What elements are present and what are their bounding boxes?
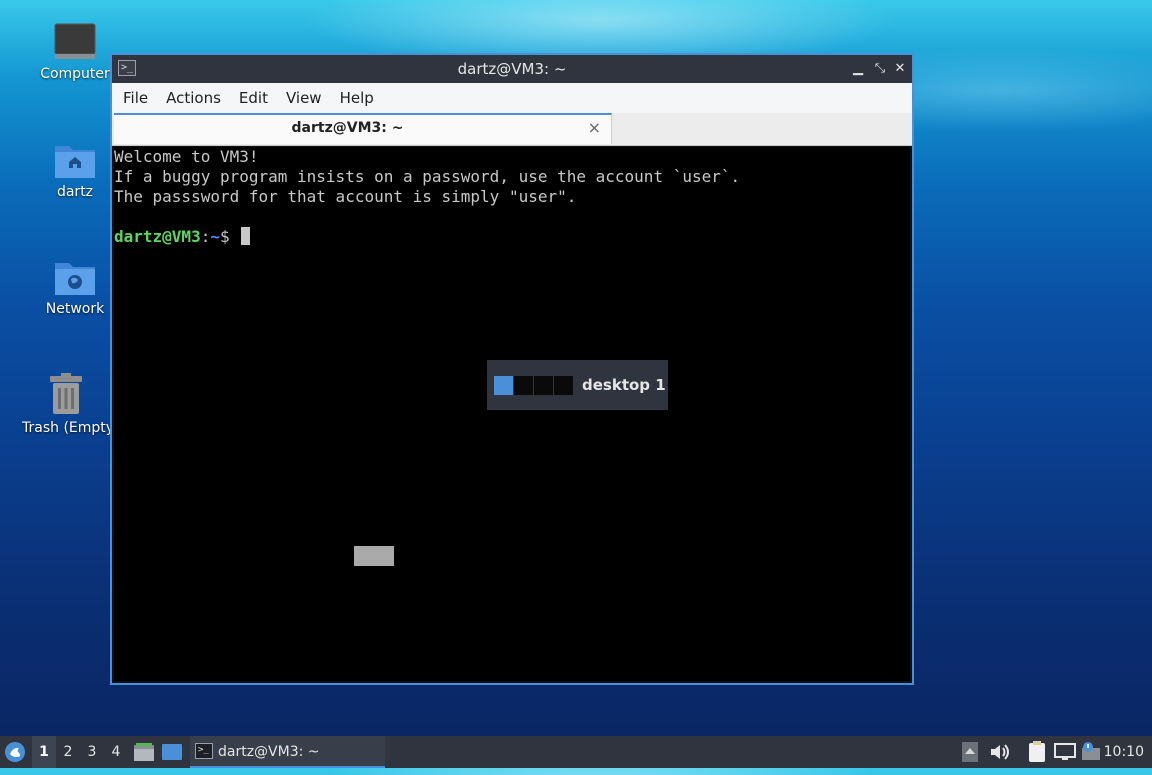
trash-icon <box>50 373 82 414</box>
terminal-icon: >_ <box>195 743 213 759</box>
text-cursor <box>241 227 251 245</box>
workspace-thumb-4 <box>554 375 574 395</box>
floating-grey-block <box>354 546 394 566</box>
workspace-4-button[interactable]: 4 <box>104 736 128 768</box>
prompt-symbol: $ <box>219 227 240 246</box>
computer-icon <box>54 23 96 59</box>
prompt-path: ~ <box>210 227 220 246</box>
workspace-2-button[interactable]: 2 <box>56 736 80 768</box>
desktop-icon-label: Network <box>45 301 105 317</box>
network-tray-icon[interactable] <box>1054 736 1078 768</box>
osd-label: desktop 1 <box>582 376 666 394</box>
desktop-icon-label: Trash (Empty) <box>22 420 110 436</box>
workspace-thumb-1 <box>494 375 514 395</box>
desktop-icon-computer[interactable]: Computer <box>27 22 123 82</box>
workspace-3-button[interactable]: 3 <box>80 736 104 768</box>
terminal-line: The passsword for that account is simply… <box>114 187 577 206</box>
desktop-icon-network[interactable]: Network <box>27 257 123 317</box>
task-label: dartz@VM3: ~ <box>218 744 320 760</box>
menubar: File Actions Edit View Help <box>112 83 912 113</box>
volume-icon[interactable] <box>990 736 1012 768</box>
tab-close-icon[interactable]: × <box>588 118 601 137</box>
window-title: dartz@VM3: ~ <box>457 60 567 78</box>
desktop-icon-label: dartz <box>56 184 94 200</box>
desktop-icon-trash[interactable]: Trash (Empty) <box>22 372 110 436</box>
tab-terminal[interactable]: dartz@VM3: ~ × <box>114 113 612 144</box>
terminal-line: If a buggy program insists on a password… <box>114 167 741 186</box>
file-manager-icon[interactable] <box>134 736 156 768</box>
menu-file[interactable]: File <box>114 89 157 107</box>
minimize-icon[interactable]: ▁ <box>850 61 866 77</box>
terminal-output[interactable]: Welcome to VM3! If a buggy program insis… <box>114 147 910 681</box>
clock[interactable]: 10:10 <box>1096 736 1144 768</box>
menu-help[interactable]: Help <box>331 89 383 107</box>
workspace-thumb-3 <box>534 375 554 395</box>
workspace-thumb-2 <box>514 375 534 395</box>
terminal-line: Welcome to VM3! <box>114 147 259 166</box>
tabbar: dartz@VM3: ~ × <box>112 113 912 146</box>
window-titlebar[interactable]: >_ dartz@VM3: ~ ▁ ⤡ ✕ <box>112 55 912 83</box>
clipboard-icon[interactable] <box>1027 736 1049 768</box>
show-desktop-icon[interactable] <box>162 736 184 768</box>
network-folder-icon <box>55 263 95 295</box>
tab-label: dartz@VM3: ~ <box>291 120 404 136</box>
prompt-user: dartz@VM3 <box>114 227 201 246</box>
taskbar: 1 2 3 4 >_ dartz@VM3: ~ 10:10 <box>0 736 1152 768</box>
desktop-icon-home[interactable]: dartz <box>27 140 123 200</box>
restore-icon[interactable]: ⤡ <box>872 61 888 77</box>
menu-view[interactable]: View <box>277 89 331 107</box>
tray-arrow-icon[interactable] <box>962 736 980 768</box>
home-folder-icon <box>55 146 95 178</box>
terminal-prompt: dartz@VM3:~$ <box>114 227 910 247</box>
close-icon[interactable]: ✕ <box>892 61 908 77</box>
start-menu-icon[interactable] <box>4 736 30 768</box>
workspace-1-button[interactable]: 1 <box>32 736 56 768</box>
workspace-switch-osd: desktop 1 <box>487 360 668 410</box>
prompt-separator: : <box>200 227 211 246</box>
menu-actions[interactable]: Actions <box>157 89 230 107</box>
taskbar-task-terminal[interactable]: >_ dartz@VM3: ~ <box>190 736 385 768</box>
desktop-icon-label: Computer <box>40 66 110 82</box>
menu-edit[interactable]: Edit <box>230 89 277 107</box>
